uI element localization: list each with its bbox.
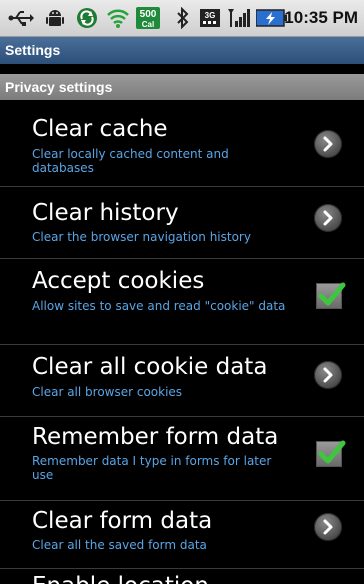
status-bar: 500 Cal 3G 10:35 PM	[0, 0, 364, 37]
signal-icon	[226, 7, 252, 29]
setting-summary: Clear all browser cookies	[32, 385, 183, 399]
status-clock: 10:35 PM	[284, 8, 358, 27]
network-type-label: 3G	[205, 11, 216, 20]
setting-item-accept-cookies[interactable]: Accept cookies Allow sites to save and r…	[0, 259, 364, 345]
chevron-right-icon	[314, 130, 342, 158]
setting-summary: Clear the browser navigation history	[32, 230, 251, 244]
setting-title: Enable location	[32, 572, 209, 584]
setting-item-clear-history[interactable]: Clear history Clear the browser navigati…	[0, 187, 364, 259]
title-bar: Settings	[0, 37, 364, 64]
setting-title: Accept cookies	[32, 268, 205, 294]
sync-icon	[76, 7, 98, 29]
page-title: Settings	[5, 42, 61, 58]
calorie-badge-icon: 500 Cal	[136, 7, 160, 29]
setting-summary: Allow sites to save and read "cookie" da…	[32, 299, 286, 313]
setting-title: Remember form data	[32, 424, 279, 450]
calorie-badge-unit: Cal	[142, 20, 154, 29]
setting-summary: Clear all the saved form data	[32, 538, 207, 552]
setting-title: Clear all cookie data	[32, 354, 268, 380]
setting-title: Clear cache	[32, 116, 168, 142]
chevron-right-icon	[314, 204, 342, 232]
chevron-right-icon	[314, 361, 342, 389]
battery-icon	[255, 7, 288, 29]
settings-screen: 500 Cal 3G 10:35 PM Settings Privacy set…	[0, 0, 364, 584]
bluetooth-icon	[176, 6, 190, 30]
android-icon	[44, 7, 66, 29]
setting-title: Clear history	[32, 200, 179, 226]
wifi-icon	[106, 7, 130, 29]
setting-item-clear-cache[interactable]: Clear cache Clear locally cached content…	[0, 101, 364, 187]
setting-title: Clear form data	[32, 508, 213, 534]
section-header: Privacy settings	[0, 74, 364, 100]
checkbox-checked-icon[interactable]	[316, 282, 346, 309]
setting-item-clear-form-data[interactable]: Clear form data Clear all the saved form…	[0, 501, 364, 569]
setting-item-remember-form-data[interactable]: Remember form data Remember data I type …	[0, 417, 364, 501]
usb-icon	[8, 7, 34, 29]
setting-item-enable-location[interactable]: Enable location	[0, 569, 364, 584]
setting-summary: Clear locally cached content and databas…	[32, 147, 229, 175]
chevron-right-icon	[314, 513, 342, 541]
checkbox-checked-icon[interactable]	[316, 440, 346, 467]
setting-item-clear-cookie-data[interactable]: Clear all cookie data Clear all browser …	[0, 345, 364, 417]
section-title: Privacy settings	[5, 79, 113, 95]
calorie-badge-value: 500	[140, 9, 157, 20]
3g-icon: 3G	[200, 7, 222, 29]
setting-summary: Remember data I type in forms for later …	[32, 454, 272, 482]
